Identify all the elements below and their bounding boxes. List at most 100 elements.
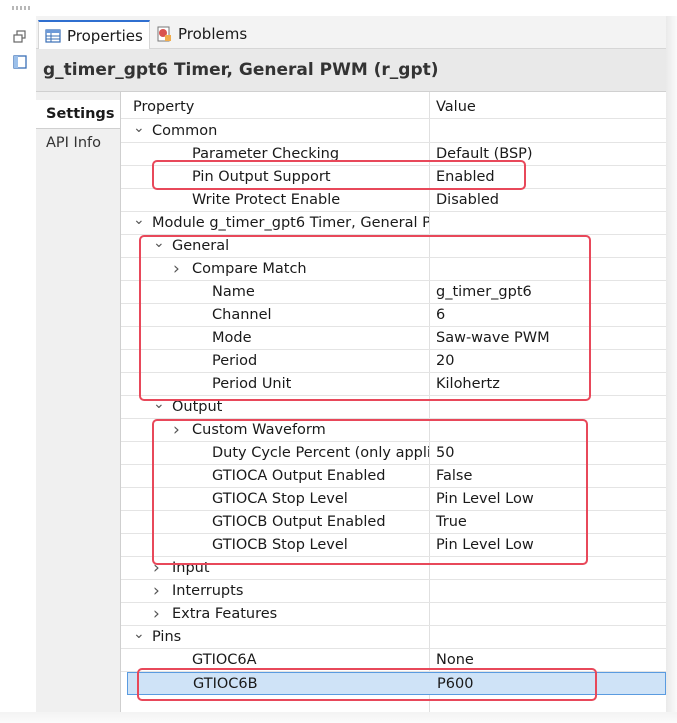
chevron-right-icon[interactable]: › xyxy=(173,258,187,280)
table-row[interactable]: Name g_timer_gpt6 xyxy=(121,281,666,304)
property-value[interactable] xyxy=(434,580,668,602)
chevron-right-icon[interactable]: › xyxy=(153,557,167,579)
tab-problems[interactable]: Problems xyxy=(150,20,253,48)
property-value[interactable] xyxy=(434,212,668,234)
chevron-down-icon[interactable]: ⌄ xyxy=(133,212,147,234)
property-value[interactable] xyxy=(434,120,668,142)
property-value[interactable] xyxy=(434,603,668,625)
table-row[interactable]: GTIOCB Output Enabled True xyxy=(121,511,666,534)
column-header-property[interactable]: Property xyxy=(133,96,194,118)
property-value[interactable] xyxy=(434,396,668,418)
tab-label: Properties xyxy=(67,27,143,45)
property-value[interactable] xyxy=(434,258,668,280)
property-name: GTIOCB Output Enabled xyxy=(212,514,386,530)
table-row[interactable]: Parameter Checking Default (BSP) xyxy=(121,143,666,166)
property-value[interactable] xyxy=(434,235,668,257)
restore-icon[interactable] xyxy=(13,30,27,44)
table-row[interactable]: › Compare Match xyxy=(121,258,666,281)
property-value[interactable] xyxy=(434,419,668,441)
table-row[interactable]: GTIOCA Stop Level Pin Level Low xyxy=(121,488,666,511)
property-name: Common xyxy=(152,123,218,139)
table-row[interactable]: › Extra Features xyxy=(121,603,666,626)
tab-properties[interactable]: Properties xyxy=(38,20,150,50)
property-name: Period xyxy=(212,353,258,369)
property-value[interactable]: P600 xyxy=(435,673,669,695)
chevron-right-icon[interactable]: › xyxy=(153,603,167,625)
property-name: Pin Output Support xyxy=(192,169,331,185)
table-row[interactable]: Write Protect Enable Disabled xyxy=(121,189,666,212)
property-value[interactable] xyxy=(434,557,668,579)
property-name: Mode xyxy=(212,330,252,346)
chevron-down-icon[interactable]: ⌄ xyxy=(153,396,167,418)
table-row[interactable]: GTIOCA Output Enabled False xyxy=(121,465,666,488)
table-row[interactable]: ⌄ Output xyxy=(121,396,666,419)
property-name: Duty Cycle Percent (only applicable in P… xyxy=(212,445,429,461)
table-row[interactable]: › Input xyxy=(121,557,666,580)
table-row[interactable]: ⌄ General xyxy=(121,235,666,258)
table-row[interactable]: › Interrupts xyxy=(121,580,666,603)
property-value[interactable]: Kilohertz xyxy=(434,373,668,395)
table-row[interactable]: Mode Saw-wave PWM xyxy=(121,327,666,350)
property-value[interactable]: Default (BSP) xyxy=(434,143,668,165)
property-name: Name xyxy=(212,284,255,300)
property-name: General xyxy=(172,238,230,254)
table-row[interactable]: GTIOCB Stop Level Pin Level Low xyxy=(121,534,666,557)
side-tab-settings[interactable]: Settings xyxy=(36,100,120,129)
table-row[interactable]: GTIOC6A None xyxy=(121,649,666,672)
table-row[interactable]: Pin Output Support Enabled xyxy=(121,166,666,189)
column-header-value[interactable]: Value xyxy=(434,96,668,118)
chevron-down-icon[interactable]: ⌄ xyxy=(133,120,147,142)
property-name: GTIOCB Stop Level xyxy=(212,537,348,553)
property-value[interactable] xyxy=(434,626,668,648)
property-name: Interrupts xyxy=(172,583,244,599)
property-name: Input xyxy=(172,560,210,576)
chevron-right-icon[interactable]: › xyxy=(153,580,167,602)
chevron-down-icon[interactable]: ⌄ xyxy=(133,626,147,648)
chevron-down-icon[interactable]: ⌄ xyxy=(153,235,167,257)
page-title: g_timer_gpt6 Timer, General PWM (r_gpt) xyxy=(36,49,673,92)
property-value[interactable]: g_timer_gpt6 xyxy=(434,281,668,303)
table-row[interactable]: Period 20 xyxy=(121,350,666,373)
property-name: GTIOC6B xyxy=(193,676,258,692)
table-row[interactable]: ⌄ Module g_timer_gpt6 Timer, General PWM … xyxy=(121,212,666,235)
panel-layout-icon[interactable] xyxy=(13,55,27,69)
property-value[interactable]: 20 xyxy=(434,350,668,372)
table-row[interactable]: › Custom Waveform xyxy=(121,419,666,442)
property-name: Compare Match xyxy=(192,261,307,277)
view-tab-bar: Properties Problems xyxy=(36,16,666,50)
property-value[interactable]: Pin Level Low xyxy=(434,488,668,510)
side-tab-label: API Info xyxy=(46,135,101,151)
property-value[interactable]: True xyxy=(434,511,668,533)
property-value[interactable]: Pin Level Low xyxy=(434,534,668,556)
window-shadow-right xyxy=(666,16,677,723)
left-toolbar-strip xyxy=(0,0,36,723)
property-value[interactable]: Saw-wave PWM xyxy=(434,327,668,349)
property-value[interactable]: 6 xyxy=(434,304,668,326)
property-name: Channel xyxy=(212,307,272,323)
property-name: GTIOCA Stop Level xyxy=(212,491,348,507)
table-row[interactable]: ⌄ Common xyxy=(121,120,666,143)
property-value[interactable]: Enabled xyxy=(434,166,668,188)
property-value[interactable]: 50 xyxy=(434,442,668,464)
property-tree-table: Property Value ⌄ Common Parameter Checking… xyxy=(121,92,666,712)
problems-icon xyxy=(157,26,171,42)
property-value[interactable]: Disabled xyxy=(434,189,668,211)
properties-table-icon xyxy=(45,29,61,43)
table-row[interactable]: Duty Cycle Percent (only applicable in P… xyxy=(121,442,666,465)
property-name: Period Unit xyxy=(212,376,292,392)
property-name: Extra Features xyxy=(172,606,278,622)
side-tab-api-info[interactable]: API Info xyxy=(36,129,120,157)
table-row[interactable]: GTIOC6B P600 xyxy=(127,672,666,695)
table-row[interactable]: Period Unit Kilohertz xyxy=(121,373,666,396)
drag-handle-icon[interactable] xyxy=(12,6,30,10)
property-name: GTIOC6A xyxy=(192,652,257,668)
property-value[interactable]: False xyxy=(434,465,668,487)
page-title-text: g_timer_gpt6 Timer, General PWM (r_gpt) xyxy=(43,60,439,80)
table-row[interactable]: ⌄ Pins xyxy=(121,626,666,649)
property-name: Pins xyxy=(152,629,182,645)
table-row[interactable]: Channel 6 xyxy=(121,304,666,327)
property-value[interactable]: None xyxy=(434,649,668,671)
property-name: Write Protect Enable xyxy=(192,192,341,208)
chevron-right-icon[interactable]: › xyxy=(173,419,187,441)
side-tab-list: Settings API Info xyxy=(36,92,121,723)
